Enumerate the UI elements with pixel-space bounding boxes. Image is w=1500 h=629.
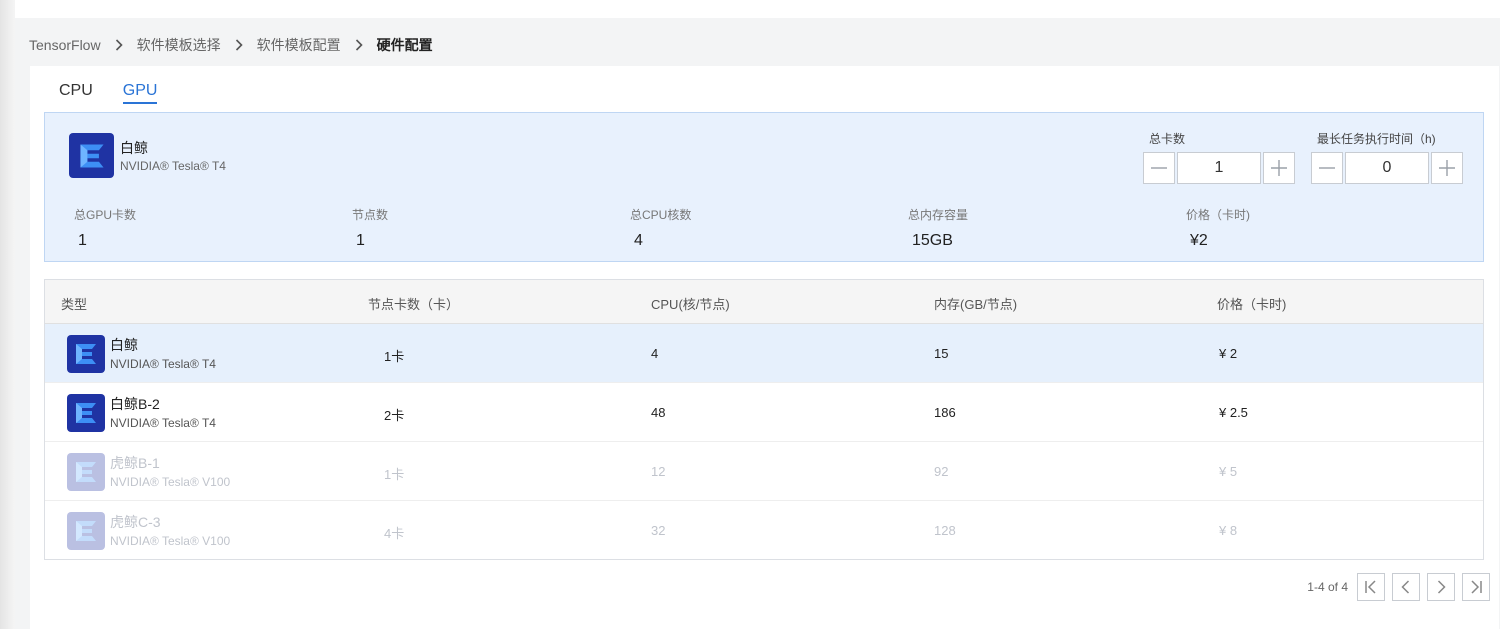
gpu-logo-icon xyxy=(67,335,105,373)
row-price: ¥ 2.5 xyxy=(1219,405,1248,420)
row-memory: 92 xyxy=(934,464,949,479)
decrement-button[interactable] xyxy=(1311,152,1343,184)
gpu-logo-icon xyxy=(67,394,105,432)
row-cpu: 48 xyxy=(651,405,666,420)
max-time-stepper: 0 xyxy=(1311,152,1463,184)
row-name: 白鲸 xyxy=(110,337,138,353)
column-header-cpu: CPU(核/节点) xyxy=(651,297,730,312)
stat-value: 15GB xyxy=(912,232,953,249)
row-price: ¥ 2 xyxy=(1219,346,1238,361)
breadcrumb-item-tensorflow[interactable]: TensorFlow xyxy=(29,37,101,53)
gpu-logo-icon xyxy=(67,512,105,550)
max-time-input[interactable]: 0 xyxy=(1345,152,1429,184)
row-cpu: 32 xyxy=(651,523,666,538)
chevron-right-icon xyxy=(355,39,363,51)
chevron-right-icon xyxy=(115,39,123,51)
breadcrumb-item-template-config[interactable]: 软件模板配置 xyxy=(257,35,341,55)
tab-gpu[interactable]: GPU xyxy=(122,82,158,104)
stat-value: 1 xyxy=(356,232,365,249)
stat-total-gpu: 总GPU卡数 1 xyxy=(74,206,136,250)
stat-label: 总GPU卡数 xyxy=(74,208,137,222)
selected-config-summary: 白鲸 NVIDIA® Tesla® T4 总卡数 1 最长任务执行时间（h) 0… xyxy=(44,112,1484,262)
stat-total-memory: 总内存容量 15GB xyxy=(908,206,968,250)
max-time-control: 最长任务执行时间（h) 0 xyxy=(1311,130,1463,184)
stat-label: 价格（卡时) xyxy=(1186,208,1250,222)
column-header-cards: 节点卡数（卡） xyxy=(368,297,460,312)
stat-value: 4 xyxy=(634,232,643,249)
row-cards: 1卡 xyxy=(384,467,405,482)
total-cards-label: 总卡数 xyxy=(1149,132,1186,146)
row-cpu: 12 xyxy=(651,464,666,479)
first-page-button[interactable] xyxy=(1357,573,1385,601)
gpu-logo-icon xyxy=(67,453,105,491)
stat-total-cpu: 总CPU核数 4 xyxy=(630,206,691,250)
gpu-logo-icon xyxy=(69,133,114,178)
gpu-type-table: 类型 节点卡数（卡） CPU(核/节点) 内存(GB/节点) 价格（卡时) 白鲸… xyxy=(44,279,1484,560)
row-model: NVIDIA® Tesla® T4 xyxy=(110,357,216,371)
row-name: 白鲸B-2 xyxy=(110,396,160,412)
pagination: 1-4 of 4 xyxy=(1307,573,1490,601)
next-page-icon xyxy=(1437,580,1446,594)
tab-cpu[interactable]: CPU xyxy=(59,82,93,104)
total-cards-control: 总卡数 1 xyxy=(1143,130,1295,184)
row-cards: 1卡 xyxy=(384,349,405,364)
plus-icon xyxy=(1271,160,1287,176)
row-name: 虎鲸B-1 xyxy=(110,455,160,471)
next-page-button[interactable] xyxy=(1427,573,1455,601)
minus-icon xyxy=(1319,167,1335,169)
stat-label: 节点数 xyxy=(352,208,389,222)
breadcrumb-item-template-select[interactable]: 软件模板选择 xyxy=(137,35,221,55)
total-cards-stepper: 1 xyxy=(1143,152,1295,184)
left-panel-shadow xyxy=(0,0,15,629)
stat-value: 1 xyxy=(78,232,87,249)
row-memory: 186 xyxy=(934,405,956,420)
max-time-label: 最长任务执行时间（h) xyxy=(1317,132,1436,146)
row-cards: 4卡 xyxy=(384,526,405,541)
column-header-memory: 内存(GB/节点) xyxy=(934,297,1018,312)
summary-name: 白鲸 xyxy=(120,140,148,156)
row-memory: 128 xyxy=(934,523,956,538)
row-cpu: 4 xyxy=(651,346,659,361)
prev-page-button[interactable] xyxy=(1392,573,1420,601)
minus-icon xyxy=(1151,167,1167,169)
chevron-right-icon xyxy=(235,39,243,51)
column-header-type: 类型 xyxy=(61,297,88,312)
table-row: 虎鲸B-1 NVIDIA® Tesla® V100 1卡 12 92 ¥ 5 xyxy=(45,442,1483,501)
plus-icon xyxy=(1439,160,1455,176)
table-row[interactable]: 白鲸 NVIDIA® Tesla® T4 1卡 4 15 ¥ 2 xyxy=(45,324,1483,383)
breadcrumb: TensorFlow 软件模板选择 软件模板配置 硬件配置 xyxy=(29,37,433,53)
hardware-config-card: CPU GPU 白鲸 NVIDIA® Tesla® T4 总卡数 1 最长任务执… xyxy=(30,66,1499,629)
stat-label: 总内存容量 xyxy=(908,208,969,222)
increment-button[interactable] xyxy=(1263,152,1295,184)
pagination-info: 1-4 of 4 xyxy=(1307,580,1348,594)
stat-node-count: 节点数 1 xyxy=(352,206,388,250)
first-page-icon xyxy=(1365,580,1376,594)
decrement-button[interactable] xyxy=(1143,152,1175,184)
row-model: NVIDIA® Tesla® T4 xyxy=(110,416,216,430)
last-page-button[interactable] xyxy=(1462,573,1490,601)
summary-model: NVIDIA® Tesla® T4 xyxy=(120,159,226,173)
column-header-price: 价格（卡时) xyxy=(1217,297,1287,312)
last-page-icon xyxy=(1471,580,1482,594)
stat-value: ¥2 xyxy=(1190,232,1208,249)
increment-button[interactable] xyxy=(1431,152,1463,184)
page-background: TensorFlow 软件模板选择 软件模板配置 硬件配置 CPU GPU 白鲸… xyxy=(15,18,1500,629)
breadcrumb-current: 硬件配置 xyxy=(376,37,433,53)
table-row: 虎鲸C-3 NVIDIA® Tesla® V100 4卡 32 128 ¥ 8 xyxy=(45,501,1483,559)
row-model: NVIDIA® Tesla® V100 xyxy=(110,475,231,489)
row-model: NVIDIA® Tesla® V100 xyxy=(110,534,231,548)
total-cards-input[interactable]: 1 xyxy=(1177,152,1261,184)
prev-page-icon xyxy=(1401,580,1410,594)
row-price: ¥ 8 xyxy=(1219,523,1238,538)
row-price: ¥ 5 xyxy=(1219,464,1238,479)
table-row[interactable]: 白鲸B-2 NVIDIA® Tesla® T4 2卡 48 186 ¥ 2.5 xyxy=(45,383,1483,442)
row-cards: 2卡 xyxy=(384,408,405,423)
stat-price: 价格（卡时) ¥2 xyxy=(1186,206,1250,250)
table-header: 类型 节点卡数（卡） CPU(核/节点) 内存(GB/节点) 价格（卡时) xyxy=(45,280,1483,324)
stat-label: 总CPU核数 xyxy=(630,208,692,222)
row-memory: 15 xyxy=(934,346,949,361)
row-name: 虎鲸C-3 xyxy=(110,514,161,530)
tab-bar: CPU GPU xyxy=(59,82,158,104)
